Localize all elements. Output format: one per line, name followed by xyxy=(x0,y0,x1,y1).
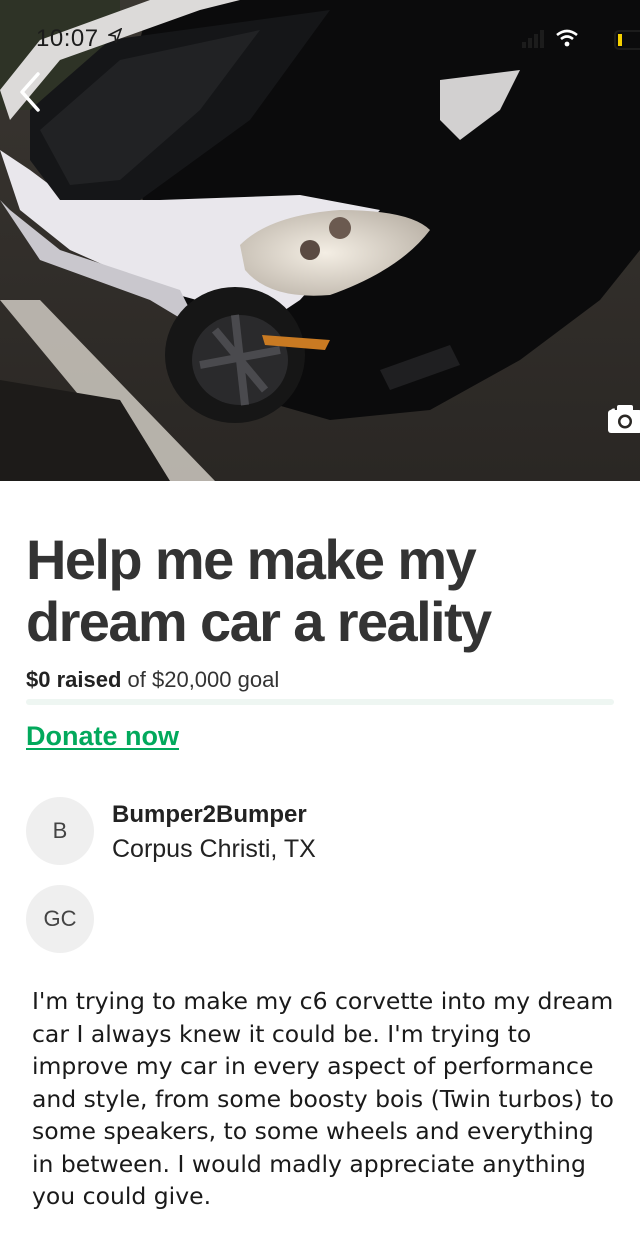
campaign-description: I'm trying to make my c6 corvette into m… xyxy=(32,987,614,1210)
back-button[interactable] xyxy=(18,70,58,120)
chevron-left-icon xyxy=(20,72,40,112)
raised-summary: $0 raised of $20,000 goal xyxy=(26,667,279,693)
photo-count-badge[interactable]: 1 xyxy=(607,404,640,433)
progress-bar xyxy=(26,699,614,705)
campaign-title: Help me make my dream car a reality xyxy=(26,528,492,653)
camera-icon xyxy=(607,405,640,433)
raised-amount: $0 raised xyxy=(26,667,122,692)
donate-now-link[interactable]: Donate now xyxy=(26,721,179,752)
status-bar: 10:07 xyxy=(0,0,640,80)
campaign-photo[interactable]: 10:07 xyxy=(0,0,640,481)
goal-text: of $20,000 goal xyxy=(127,667,280,692)
organizer-name: Bumper2Bumper xyxy=(112,801,307,828)
organizer-location: Corpus Christi, TX xyxy=(112,835,316,863)
beneficiary-avatar: GC xyxy=(26,885,94,953)
status-icons xyxy=(474,28,640,50)
organizer-avatar: B xyxy=(26,797,94,865)
organizer[interactable]: B Bumper2Bumper Corpus Christi, TX xyxy=(26,795,614,865)
status-time: 10:07 xyxy=(36,25,99,52)
